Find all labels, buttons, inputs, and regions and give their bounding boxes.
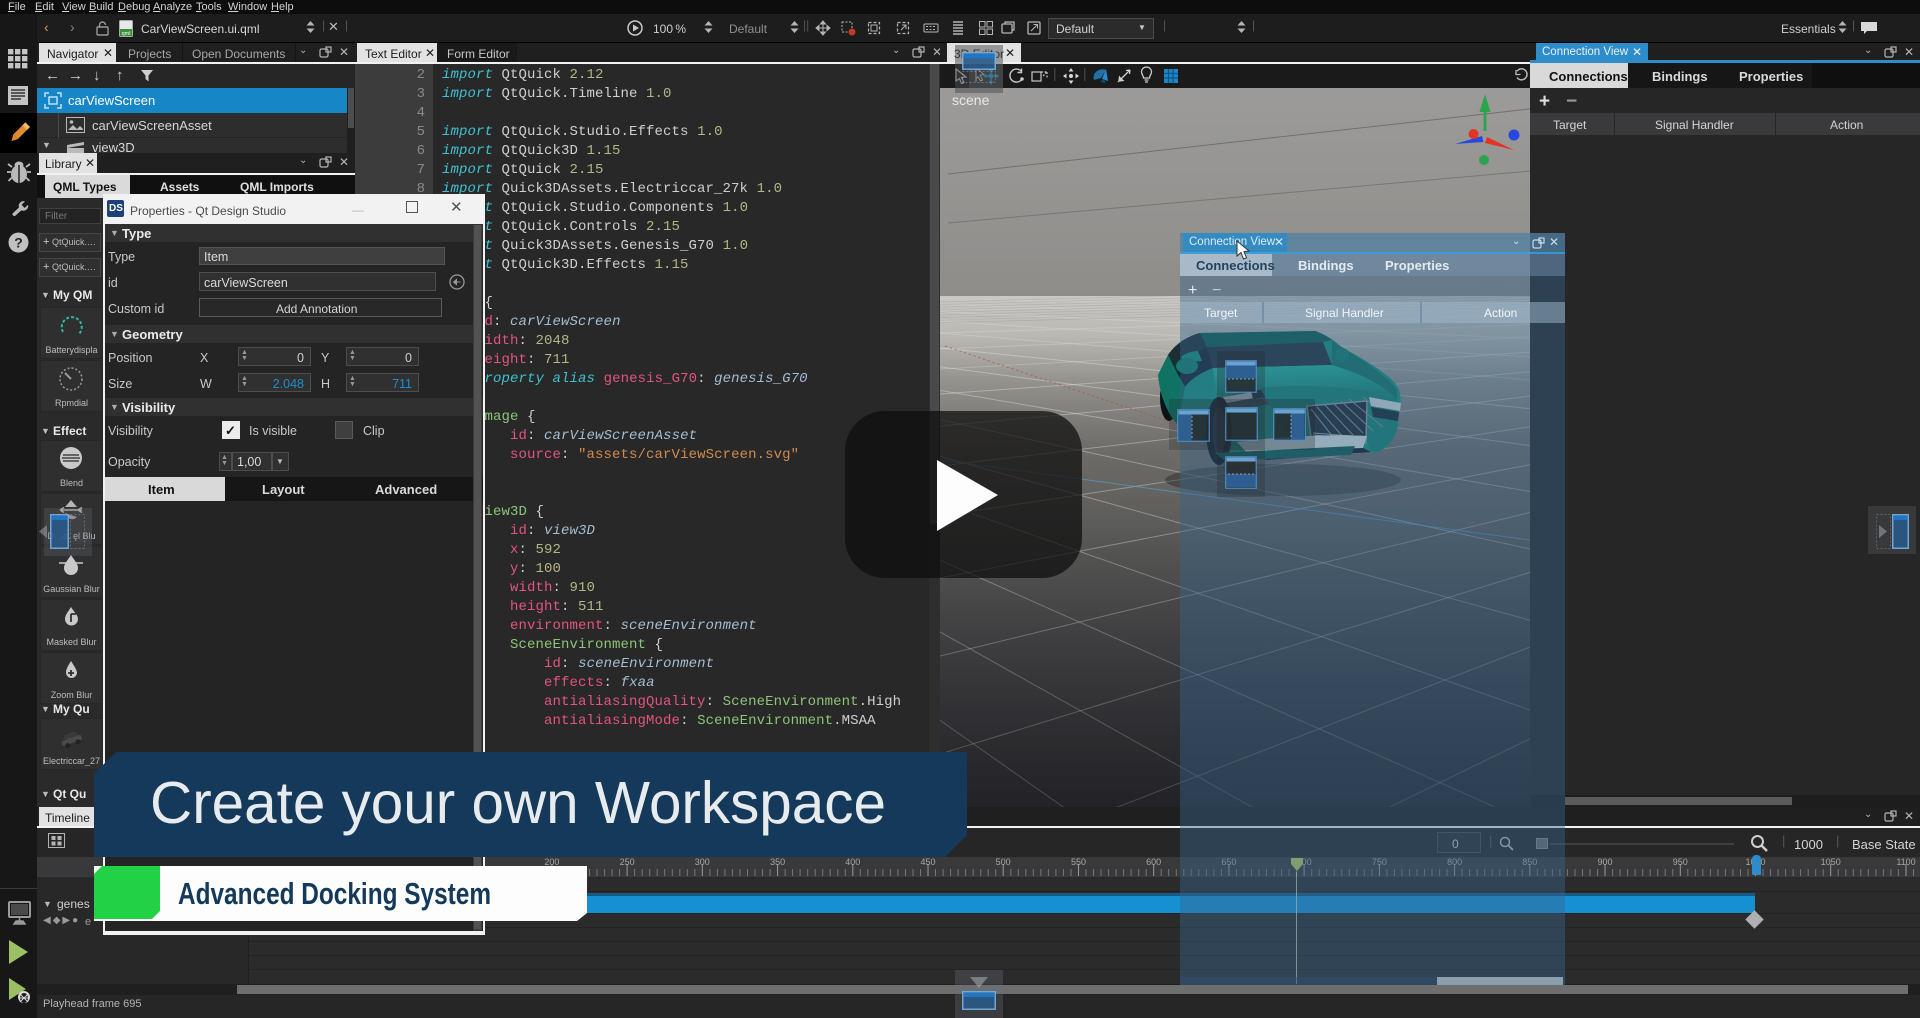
svg-text:450: 450	[920, 857, 935, 867]
svg-text:1100: 1100	[1896, 857, 1915, 867]
svg-text:250: 250	[620, 857, 635, 867]
svg-text:qml: qml	[122, 31, 131, 37]
svg-text:900: 900	[1597, 857, 1612, 867]
svg-text:950: 950	[1673, 857, 1688, 867]
svg-text:?: ?	[14, 235, 23, 251]
svg-text:600: 600	[1146, 857, 1161, 867]
svg-text:Advanced Docking System: Advanced Docking System	[178, 876, 491, 911]
svg-text:300: 300	[695, 857, 710, 867]
svg-text:500: 500	[996, 857, 1011, 867]
svg-text:350: 350	[770, 857, 785, 867]
svg-text:1050: 1050	[1821, 857, 1841, 867]
svg-text:550: 550	[1071, 857, 1086, 867]
svg-text:Create your own Workspace: Create your own Workspace	[150, 770, 886, 836]
svg-text:400: 400	[845, 857, 860, 867]
